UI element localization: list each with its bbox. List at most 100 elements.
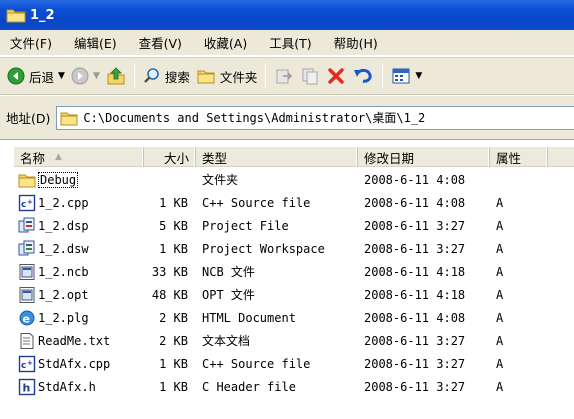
back-arrow-icon bbox=[7, 67, 25, 85]
header-file-icon: h bbox=[18, 378, 36, 396]
up-button[interactable] bbox=[103, 61, 129, 91]
file-name-cell[interactable]: 1_2.dsw bbox=[14, 240, 144, 258]
folder-icon bbox=[6, 9, 26, 23]
file-row[interactable]: 1_2.dsw 1 KB Project Workspace 2008-6-11 3:… bbox=[14, 237, 574, 260]
up-folder-icon bbox=[107, 67, 125, 85]
file-size: 1 KB bbox=[159, 379, 188, 394]
forward-dropdown-icon[interactable]: ▼ bbox=[93, 71, 100, 81]
menu-favorites[interactable]: 收藏(A) bbox=[204, 33, 247, 52]
column-name[interactable]: 名称 ▲ bbox=[14, 147, 144, 167]
search-label: 搜索 bbox=[164, 69, 190, 85]
svg-text:+: + bbox=[27, 359, 33, 367]
delete-button[interactable] bbox=[323, 61, 349, 91]
file-size: 1 KB bbox=[159, 241, 188, 256]
file-type: Project File bbox=[202, 218, 289, 233]
file-row[interactable]: 1_2.ncb 33 KB NCB 文件 2008-6-11 4:18 A bbox=[14, 260, 574, 283]
file-name-cell[interactable]: 1_2.opt bbox=[14, 286, 144, 304]
file-name: 1_2.plg bbox=[38, 310, 89, 325]
generic-file-icon bbox=[18, 286, 36, 304]
title-bar[interactable]: 1_2 bbox=[0, 0, 574, 30]
file-modified: 2008-6-11 4:08 bbox=[364, 195, 466, 210]
file-name-cell[interactable]: Debug bbox=[14, 171, 144, 189]
project-file-icon bbox=[18, 217, 36, 235]
file-attributes: A bbox=[496, 218, 504, 233]
menu-view[interactable]: 查看(V) bbox=[139, 33, 182, 52]
back-dropdown-icon[interactable]: ▼ bbox=[58, 71, 65, 81]
move-to-icon bbox=[276, 69, 293, 84]
generic-file-icon bbox=[18, 263, 36, 281]
copy-to-button[interactable] bbox=[297, 61, 323, 91]
file-modified: 2008-6-11 3:27 bbox=[364, 241, 466, 256]
file-size: 5 KB bbox=[159, 218, 188, 233]
file-size: 48 KB bbox=[151, 287, 188, 302]
undo-icon bbox=[354, 68, 373, 83]
menu-edit[interactable]: 编辑(E) bbox=[74, 33, 117, 52]
file-name: 1_2.opt bbox=[38, 287, 89, 302]
forward-arrow-icon bbox=[71, 67, 89, 85]
file-modified: 2008-6-11 3:27 bbox=[364, 333, 466, 348]
file-row[interactable]: c + StdAfx.cpp 1 KB C++ Source file 2008-6-11… bbox=[14, 352, 574, 375]
file-row[interactable]: c +1_2.cpp 1 KB C++ Source file 2008-6-11 4:… bbox=[14, 191, 574, 214]
file-row[interactable]: ReadMe.txt 2 KB 文本文档 2008-6-11 3:27 A bbox=[14, 329, 574, 352]
workspace-file-icon bbox=[18, 240, 36, 258]
svg-text:h: h bbox=[23, 381, 31, 394]
menu-tools[interactable]: 工具(T) bbox=[269, 33, 311, 52]
file-attributes: A bbox=[496, 287, 504, 302]
file-name-cell[interactable]: ReadMe.txt bbox=[14, 332, 144, 350]
menu-file[interactable]: 文件(F) bbox=[10, 33, 52, 52]
file-name-cell[interactable]: c + StdAfx.cpp bbox=[14, 355, 144, 373]
forward-button[interactable]: ▼ bbox=[68, 61, 103, 91]
file-list: Debug 文件夹 2008-6-11 4:08 c +1_2.cpp 1 KB C++ S… bbox=[14, 168, 574, 398]
file-name: 1_2.ncb bbox=[38, 264, 89, 279]
file-name-cell[interactable]: c +1_2.cpp bbox=[14, 194, 144, 212]
address-path: C:\Documents and Settings\Administrator\… bbox=[83, 111, 426, 125]
file-type: HTML Document bbox=[202, 310, 296, 325]
folder-icon bbox=[18, 171, 36, 189]
toolbar-separator bbox=[265, 63, 267, 89]
file-attributes: A bbox=[496, 379, 504, 394]
search-icon bbox=[144, 68, 159, 83]
column-type[interactable]: 类型 bbox=[196, 147, 358, 167]
column-size[interactable]: 大小 bbox=[144, 147, 196, 167]
back-label: 后退 bbox=[29, 69, 55, 85]
svg-text:c: c bbox=[21, 361, 26, 371]
file-name-cell[interactable]: 1_2.dsp bbox=[14, 217, 144, 235]
file-name-cell[interactable]: 1_2.ncb bbox=[14, 263, 144, 281]
file-name-cell[interactable]: e 1_2.plg bbox=[14, 309, 144, 327]
column-header: 名称 ▲ 大小 类型 修改日期 属性 bbox=[14, 147, 574, 167]
file-type: NCB 文件 bbox=[202, 265, 255, 279]
file-row[interactable]: 1_2.dsp 5 KB Project File 2008-6-11 3:27 A bbox=[14, 214, 574, 237]
cpp-file-icon: c + bbox=[18, 194, 36, 212]
file-row[interactable]: h StdAfx.h 1 KB C Header file 2008-6-11 3:27… bbox=[14, 375, 574, 398]
file-type: OPT 文件 bbox=[202, 288, 255, 302]
menu-help[interactable]: 帮助(H) bbox=[334, 33, 378, 52]
column-modified[interactable]: 修改日期 bbox=[358, 147, 490, 167]
file-row[interactable]: Debug 文件夹 2008-6-11 4:08 bbox=[14, 168, 574, 191]
views-icon bbox=[392, 68, 410, 84]
back-button[interactable]: 后退 ▼ bbox=[4, 61, 68, 91]
file-type: 文本文档 bbox=[202, 334, 251, 348]
file-attributes: A bbox=[496, 310, 504, 325]
file-attributes: A bbox=[496, 264, 504, 279]
move-to-button[interactable] bbox=[271, 61, 297, 91]
file-attributes: A bbox=[496, 333, 504, 348]
column-modified-label: 修改日期 bbox=[364, 150, 415, 166]
file-type: C Header file bbox=[202, 379, 296, 394]
file-name: StdAfx.cpp bbox=[38, 356, 111, 371]
views-button[interactable]: ▼ bbox=[388, 61, 425, 91]
search-button[interactable]: 搜索 bbox=[140, 61, 193, 91]
folders-icon bbox=[197, 70, 215, 84]
column-type-label: 类型 bbox=[202, 150, 228, 166]
column-attributes[interactable]: 属性 bbox=[490, 147, 548, 167]
file-size: 33 KB bbox=[151, 264, 188, 279]
views-dropdown-icon[interactable]: ▼ bbox=[415, 71, 422, 81]
folders-button[interactable]: 文件夹 bbox=[193, 61, 261, 91]
file-row[interactable]: e 1_2.plg 2 KB HTML Document 2008-6-11 4:08 A bbox=[14, 306, 574, 329]
undo-button[interactable] bbox=[349, 61, 377, 91]
address-input[interactable]: C:\Documents and Settings\Administrator\… bbox=[56, 105, 574, 130]
file-name-cell[interactable]: h StdAfx.h bbox=[14, 378, 144, 396]
file-size: 2 KB bbox=[159, 310, 188, 325]
file-row[interactable]: 1_2.opt 48 KB OPT 文件 2008-6-11 4:18 A bbox=[14, 283, 574, 306]
file-name: ReadMe.txt bbox=[38, 333, 111, 348]
column-attributes-label: 属性 bbox=[496, 150, 522, 166]
